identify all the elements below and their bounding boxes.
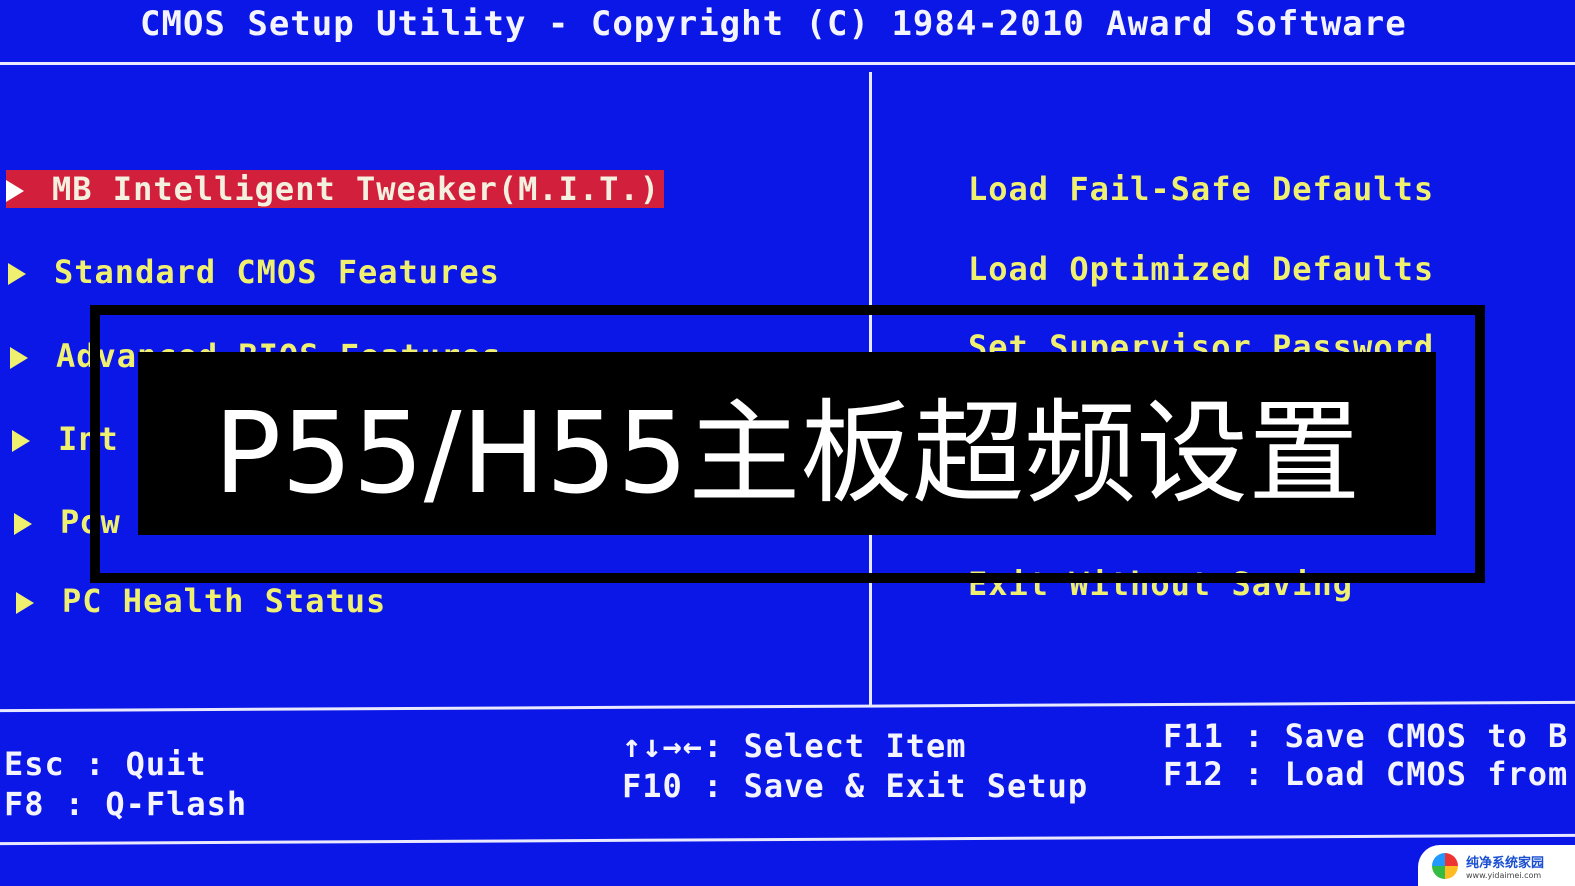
footer-f10: F10 : Save & Exit Setup: [622, 767, 1089, 805]
footer-esc: Esc : Quit: [4, 745, 207, 783]
arrow-right-icon: [8, 263, 26, 285]
divider: [0, 833, 1575, 846]
menu-item-optimized[interactable]: Load Optimized Defaults: [968, 250, 1434, 288]
watermark: 纯净系统家园 www.yidaimei.com: [1418, 845, 1575, 886]
menu-item-standard-cmos[interactable]: Standard CMOS Features: [8, 253, 500, 291]
watermark-url: www.yidaimei.com: [1466, 870, 1542, 880]
arrow-right-icon: [12, 430, 30, 452]
footer-arrows: ↑↓→←: Select Item: [622, 727, 967, 765]
menu-item-fail-safe[interactable]: Load Fail-Safe Defaults: [968, 170, 1434, 208]
divider: [0, 62, 1575, 65]
watermark-logo-icon: [1432, 852, 1458, 879]
footer-f11: F11 : Save CMOS to B: [1163, 717, 1569, 755]
watermark-name: 纯净系统家园: [1466, 855, 1545, 871]
arrow-right-icon: [6, 180, 24, 202]
arrow-right-icon: [16, 592, 34, 614]
menu-item-label: MB Intelligent Tweaker(M.I.T.): [52, 170, 660, 208]
menu-item-label: PC Health Status: [62, 582, 387, 620]
overlay-title: P55/H55主板超频设置: [138, 352, 1436, 535]
menu-item-mit[interactable]: MB Intelligent Tweaker(M.I.T.): [6, 170, 664, 208]
footer-f8: F8 : Q-Flash: [4, 785, 248, 823]
arrow-right-icon: [10, 347, 28, 369]
bios-title: CMOS Setup Utility - Copyright (C) 1984-…: [140, 4, 1407, 44]
menu-item-label: Standard CMOS Features: [54, 253, 500, 291]
footer-f12: F12 : Load CMOS from: [1163, 755, 1569, 793]
arrow-right-icon: [14, 513, 32, 535]
divider: [0, 700, 1575, 713]
menu-item-pc-health[interactable]: PC Health Status: [16, 582, 386, 620]
